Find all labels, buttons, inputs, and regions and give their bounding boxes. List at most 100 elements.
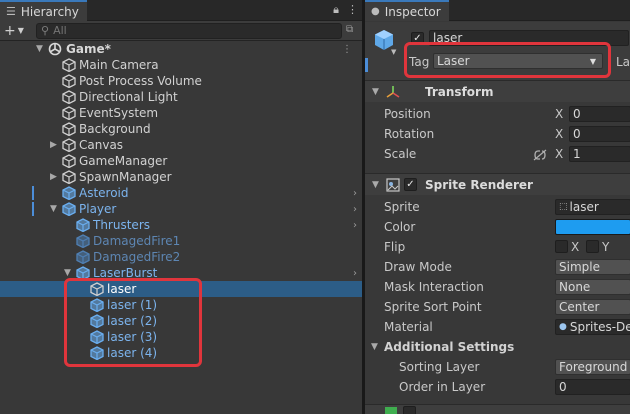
- scene-row[interactable]: ▼ Game* ⋮: [0, 41, 362, 57]
- search-input[interactable]: [53, 24, 294, 37]
- draw-mode-dropdown[interactable]: Simple: [555, 259, 630, 275]
- expand-arrow-icon[interactable]: ▼: [36, 44, 43, 54]
- scale-x-field[interactable]: 1: [569, 146, 630, 162]
- next-component-header[interactable]: [365, 404, 630, 414]
- sprite-value: laser: [569, 200, 599, 214]
- inspector-tab-label: Inspector: [384, 4, 441, 19]
- hierarchy-item[interactable]: ▶ Canvas: [0, 137, 362, 153]
- flip-x-checkbox[interactable]: [555, 240, 568, 253]
- object-name-field[interactable]: laser: [429, 30, 629, 46]
- sorting-layer-label: Sorting Layer: [399, 360, 480, 374]
- prefab-override-marker: [365, 58, 368, 72]
- sorting-layer-dropdown[interactable]: Foreground: [555, 359, 630, 375]
- lock-icon[interactable]: 🔒︎: [333, 3, 339, 17]
- expand-arrow-icon[interactable]: ▶: [50, 140, 57, 150]
- hierarchy-item[interactable]: laser (2): [0, 313, 362, 329]
- scene-name: Game*: [66, 42, 111, 56]
- sprite-sort-point-dropdown[interactable]: Center: [555, 299, 630, 315]
- material-value: Sprites-De: [569, 320, 630, 334]
- hierarchy-item-label: laser: [107, 282, 137, 296]
- hierarchy-item[interactable]: GameManager: [0, 153, 362, 169]
- hierarchy-tab-label: Hierarchy: [20, 4, 79, 19]
- order-in-layer-field[interactable]: 0: [555, 379, 630, 395]
- mask-interaction-dropdown[interactable]: None: [555, 279, 630, 295]
- hierarchy-item-label: Canvas: [79, 138, 124, 152]
- hierarchy-item-label: laser (1): [107, 298, 158, 312]
- hierarchy-item-label: LaserBurst: [93, 266, 158, 280]
- hierarchy-item[interactable]: laser (1): [0, 297, 362, 313]
- collapse-arrow-icon[interactable]: ▼: [371, 342, 378, 352]
- hierarchy-tabstrip: ☰ Hierarchy 🔒︎ ⋮: [0, 0, 364, 21]
- rotation-x-field[interactable]: 0: [569, 126, 630, 142]
- plus-icon: +: [4, 22, 16, 39]
- hierarchy-item-label: Post Process Volume: [79, 74, 202, 88]
- icon-dropdown-icon[interactable]: ▼: [391, 48, 396, 56]
- chevron-right-icon[interactable]: ›: [353, 268, 357, 279]
- hierarchy-panel: ☰ Hierarchy 🔒︎ ⋮ + ▼ ⚲ ⧉ ▼ Game* ⋮ Main …: [0, 0, 364, 414]
- hierarchy-tab[interactable]: ☰ Hierarchy: [0, 0, 87, 21]
- sprite-asset-icon: ⬚: [559, 202, 568, 212]
- hierarchy-toolbar: + ▼ ⚲ ⧉: [0, 21, 364, 41]
- hierarchy-item[interactable]: Thrusters ›: [0, 217, 362, 233]
- hierarchy-item[interactable]: ▼ LaserBurst ›: [0, 265, 362, 281]
- more-menu-icon[interactable]: ⋮: [347, 3, 358, 17]
- next-component-checkbox[interactable]: [403, 406, 416, 414]
- search-icon: ⚲: [41, 24, 50, 37]
- transform-header[interactable]: ▼ Transform: [365, 80, 630, 102]
- inspector-tabstrip: ● Inspector: [365, 0, 630, 21]
- hierarchy-item[interactable]: Main Camera: [0, 57, 362, 73]
- sprite-field[interactable]: ⬚ laser: [555, 199, 630, 215]
- chevron-right-icon[interactable]: ›: [353, 204, 357, 215]
- add-object-button[interactable]: + ▼: [4, 23, 32, 39]
- inspector-tab[interactable]: ● Inspector: [365, 0, 449, 21]
- collapse-arrow-icon[interactable]: ▼: [64, 268, 71, 278]
- hierarchy-item[interactable]: DamagedFire1: [0, 233, 362, 249]
- flip-y-checkbox[interactable]: [586, 240, 599, 253]
- material-field[interactable]: ● Sprites-De: [555, 319, 630, 335]
- scale-x-label[interactable]: X: [555, 147, 563, 161]
- constrain-proportions-icon[interactable]: [533, 149, 547, 161]
- hierarchy-item[interactable]: Asteroid ›: [0, 185, 362, 201]
- hierarchy-item-label: SpawnManager: [79, 170, 172, 184]
- sprite-renderer-header[interactable]: ▼ ✓ Sprite Renderer: [365, 173, 630, 195]
- object-header: ▼ ✓ laser Tag Laser ▼ La: [365, 22, 630, 82]
- search-field[interactable]: ⚲: [36, 22, 342, 39]
- prefab-override-marker: [32, 186, 34, 200]
- hierarchy-item[interactable]: ▶ SpawnManager: [0, 169, 362, 185]
- chevron-right-icon[interactable]: ›: [353, 220, 357, 231]
- chevron-right-icon[interactable]: ›: [353, 188, 357, 199]
- sprite-renderer-enabled-checkbox[interactable]: ✓: [404, 178, 417, 191]
- transform-icon: [386, 86, 400, 98]
- collapse-arrow-icon[interactable]: ▼: [372, 180, 379, 190]
- unity-scene-icon: [48, 42, 62, 56]
- hierarchy-item[interactable]: Background: [0, 121, 362, 137]
- position-x-label[interactable]: X: [555, 107, 563, 121]
- hierarchy-item[interactable]: Directional Light: [0, 89, 362, 105]
- expand-arrow-icon[interactable]: ▶: [50, 172, 57, 182]
- hierarchy-item[interactable]: DamagedFire2: [0, 249, 362, 265]
- chevron-down-icon: ▼: [17, 26, 24, 35]
- collapse-arrow-icon[interactable]: ▼: [372, 87, 379, 97]
- hierarchy-item-label: Background: [79, 122, 151, 136]
- position-x-field[interactable]: 0: [569, 106, 630, 122]
- mask-interaction-label: Mask Interaction: [384, 280, 484, 294]
- hierarchy-item[interactable]: laser: [0, 281, 362, 297]
- hierarchy-item[interactable]: Post Process Volume: [0, 73, 362, 89]
- hierarchy-item[interactable]: laser (4): [0, 345, 362, 361]
- hierarchy-item-label: laser (3): [107, 330, 158, 344]
- scene-visibility-icon[interactable]: ⧉: [346, 24, 360, 38]
- material-icon: ●: [559, 322, 567, 332]
- hierarchy-item[interactable]: laser (3): [0, 329, 362, 345]
- collapse-arrow-icon[interactable]: ▼: [50, 204, 57, 214]
- transform-title: Transform: [425, 84, 494, 99]
- additional-settings-foldout[interactable]: Additional Settings: [384, 340, 514, 354]
- draw-mode-label: Draw Mode: [384, 260, 452, 274]
- hierarchy-item[interactable]: EventSystem: [0, 105, 362, 121]
- rotation-x-label[interactable]: X: [555, 127, 563, 141]
- scene-menu-icon[interactable]: ⋮: [342, 44, 352, 55]
- active-checkbox[interactable]: ✓: [411, 32, 424, 45]
- hierarchy-item[interactable]: ▼ Player ›: [0, 201, 362, 217]
- color-swatch[interactable]: [555, 219, 630, 235]
- tag-dropdown[interactable]: Laser ▼: [433, 53, 603, 69]
- hierarchy-item-label: Main Camera: [79, 58, 159, 72]
